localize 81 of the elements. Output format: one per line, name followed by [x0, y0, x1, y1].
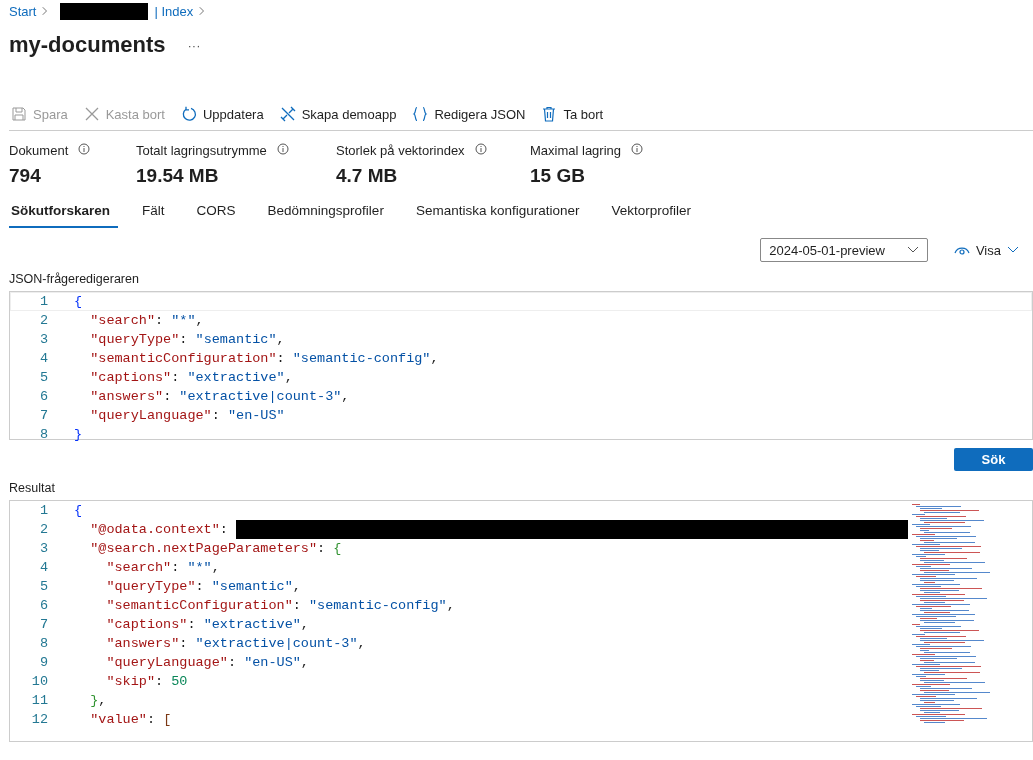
stat-label: Maximal lagring — [530, 143, 622, 158]
chevron-down-icon — [906, 246, 919, 254]
line-number: 1 — [38, 503, 49, 518]
toolbar-button[interactable]: Uppdatera — [178, 106, 266, 122]
toolbar-button[interactable]: Ta bort — [539, 106, 606, 122]
chevron-down-icon — [1007, 246, 1019, 254]
stat-value: 4.7 MB — [336, 165, 399, 187]
line-number: 6 — [38, 389, 49, 404]
line-number: 2 — [38, 522, 49, 537]
line-number: 7 — [38, 408, 49, 423]
info-icon — [474, 143, 487, 155]
refresh-icon — [180, 106, 197, 122]
search-button[interactable]: Sök — [954, 448, 1033, 471]
code-line: "queryType": "semantic", — [89, 332, 285, 347]
code-line: } — [74, 427, 83, 442]
tab[interactable]: Fält — [134, 197, 173, 228]
view-button[interactable]: Visa — [947, 241, 1025, 259]
tab[interactable]: Bedömningsprofiler — [259, 197, 392, 228]
line-number: 12 — [30, 712, 49, 727]
page-title: my-documents — [9, 32, 166, 58]
line-number: 7 — [38, 617, 49, 632]
line-number: 4 — [38, 560, 49, 575]
code-line: "skip": 50 — [105, 674, 188, 689]
code-line: "search": "*", — [105, 560, 220, 575]
code-line: "value": [ — [89, 712, 172, 727]
stat-label: Totalt lagringsutrymme — [136, 143, 267, 158]
breadcrumb-link[interactable]: | Index — [154, 3, 194, 19]
stat-label: Storlek på vektorindex — [336, 143, 465, 158]
chevron-icon — [199, 6, 206, 16]
version-dropdown[interactable]: 2024-05-01-preview — [760, 238, 928, 262]
line-number: 3 — [38, 332, 49, 347]
code-line: { — [74, 294, 83, 309]
line-number: 8 — [38, 636, 49, 651]
more-button[interactable]: ··· — [187, 37, 201, 53]
code-line: "queryLanguage": "en-US", — [105, 655, 309, 670]
code-line: "captions": "extractive", — [105, 617, 309, 632]
code-line: { — [74, 503, 83, 518]
line-number: 5 — [38, 579, 49, 594]
line-number: 2 — [38, 313, 49, 328]
toolbar-button[interactable]: Redigera JSON — [410, 106, 528, 122]
line-number: 9 — [38, 655, 49, 670]
code-line: "answers": "extractive|count-3", — [105, 636, 366, 651]
code-line: "search": "*", — [89, 313, 204, 328]
line-number: 11 — [30, 693, 49, 708]
line-number: 3 — [38, 541, 49, 556]
tab[interactable]: Semantiska konfigurationer — [407, 197, 588, 228]
stat-value: 19.54 MB — [136, 165, 220, 187]
tab[interactable]: CORS — [188, 197, 244, 228]
braces-icon — [412, 106, 429, 122]
code-line: "@search.nextPageParameters": { — [89, 541, 342, 556]
tab[interactable]: Sökutforskaren — [9, 197, 119, 228]
breadcrumb-link[interactable]: Start — [9, 3, 37, 19]
stat-value: 794 — [9, 165, 42, 187]
save-icon — [11, 106, 27, 122]
line-number: 4 — [38, 351, 49, 366]
info-icon — [276, 143, 289, 155]
line-number: 8 — [38, 427, 49, 442]
info-icon — [631, 143, 644, 155]
tab[interactable]: Vektorprofiler — [603, 197, 699, 228]
line-number: 5 — [38, 370, 49, 385]
code-editor[interactable]: 1 { 2 "search": "*", 3 "queryType": "semantic", 4 "semanticConfiguration": "semantic-config", 5 "captions": "extractive", 6 "answers": "extractive|count-3", 7 "queryLanguage": "en-US" 8 } — [9, 291, 1033, 440]
toolbar-button[interactable]: Skapa demoapp — [277, 106, 399, 122]
tools-icon — [279, 106, 296, 122]
close-icon — [83, 106, 100, 122]
section-label: JSON-frågeredigeraren — [9, 272, 140, 286]
code-line: "captions": "extractive", — [89, 370, 293, 385]
line-number: 10 — [30, 674, 49, 689]
line-number: 1 — [38, 294, 49, 309]
section-label: Resultat — [9, 481, 56, 495]
chevron-icon — [42, 6, 49, 16]
code-line: "semanticConfiguration": "semantic-config", — [105, 598, 455, 613]
stat-value: 15 GB — [530, 165, 586, 187]
line-number: 6 — [38, 598, 49, 613]
trash-icon — [541, 106, 558, 122]
info-icon — [78, 143, 91, 155]
code-line: "answers": "extractive|count-3", — [89, 389, 350, 404]
code-line: }, — [89, 693, 107, 708]
stat-label: Dokument — [9, 143, 69, 158]
code-line: "queryType": "semantic", — [105, 579, 301, 594]
code-line: "semanticConfiguration": "semantic-config", — [89, 351, 439, 366]
code-line: "queryLanguage": "en-US" — [89, 408, 285, 423]
